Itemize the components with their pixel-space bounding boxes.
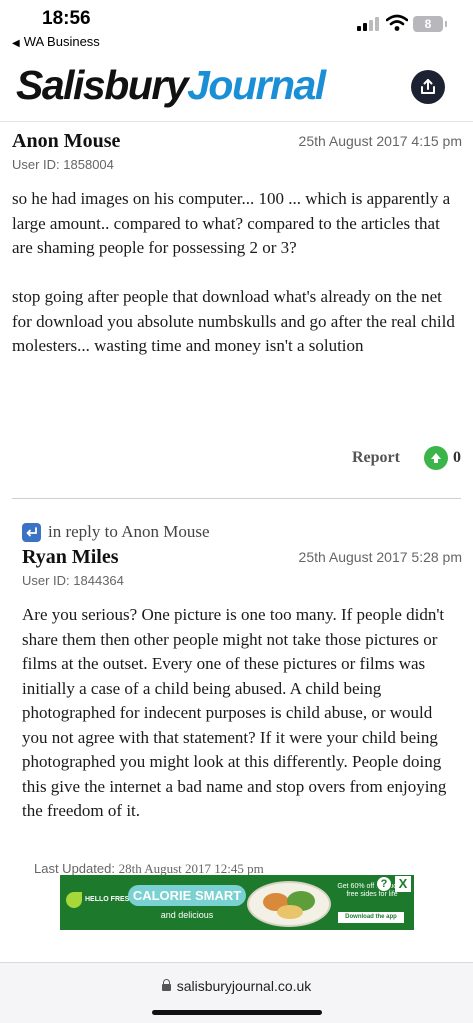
upvote-button[interactable] [424,446,448,470]
back-to-app-link[interactable]: ◀ WA Business [12,34,100,49]
leaf-icon [66,892,82,908]
comment-divider [12,498,461,499]
reply-indicator: in reply to Anon Mouse [22,522,210,542]
last-updated-value: 28th August 2017 12:45 pm [118,861,264,876]
comment-date: 25th August 2017 5:28 pm [298,549,462,565]
report-button[interactable]: Report [352,449,400,467]
last-updated-label: Last Updated: [34,861,115,876]
reply-icon [22,522,41,542]
back-app-label: WA Business [23,34,100,49]
reply-to-label[interactable]: in reply to Anon Mouse [48,522,210,542]
battery-level: 8 [424,17,432,31]
lock-icon [161,979,171,991]
comment-user-id: User ID: 1858004 [12,157,114,172]
comment-anon-mouse: Anon Mouse 25th August 2017 4:15 pm User… [12,130,462,359]
comment-user-id: User ID: 1844364 [22,573,124,588]
share-button[interactable] [411,70,445,104]
chevron-left-icon: ◀ [12,38,20,49]
comment-ryan-miles: Ryan Miles 25th August 2017 5:28 pm User… [22,546,462,824]
ad-brand: HELLO FRESH [85,896,135,903]
comment-body: so he had images on his computer... 100 … [12,187,462,359]
ad-brand-logo: HELLO FRESH [66,892,134,908]
ad-close-icon[interactable]: X [395,876,411,892]
status-bar: 18:56 ◀ WA Business 8 [0,0,473,58]
home-indicator[interactable] [152,1010,322,1015]
ad-subline: and delicious [160,910,214,920]
comment-body: Are you serious? One picture is one too … [22,603,462,824]
url-text: salisburyjournal.co.uk [176,978,312,994]
battery-icon: 8 [413,16,447,32]
site-logo[interactable]: SalisburyJournal [16,62,326,109]
site-header: SalisburyJournal [0,58,473,122]
advertisement-banner[interactable]: HELLO FRESH CALORIE SMART and delicious … [60,875,414,930]
comment-paragraph: so he had images on his computer... 100 … [12,189,451,257]
comment-paragraph: stop going after people that download wh… [12,287,455,355]
ad-info-icon[interactable]: ? [376,876,392,892]
signal-icon [357,17,379,31]
status-time: 18:56 [42,8,91,29]
comment-actions: Report 0 [0,446,473,472]
wifi-icon [386,14,408,31]
logo-part-salisbury: Salisbury [16,62,189,108]
browser-address-bar: salisburyjournal.co.uk [0,962,473,1023]
logo-part-journal: Journal [187,62,326,108]
url-field[interactable]: salisburyjournal.co.uk [0,978,473,994]
ad-headline: CALORIE SMART [128,885,246,906]
vote-count: 0 [453,449,461,466]
comment-date: 25th August 2017 4:15 pm [298,133,462,149]
comment-paragraph: Are you serious? One picture is one too … [22,605,447,820]
upvote-icon [431,453,441,463]
share-icon [421,79,435,94]
food-bowl-image [247,881,331,927]
ad-cta-button[interactable]: Download the app [338,912,404,923]
